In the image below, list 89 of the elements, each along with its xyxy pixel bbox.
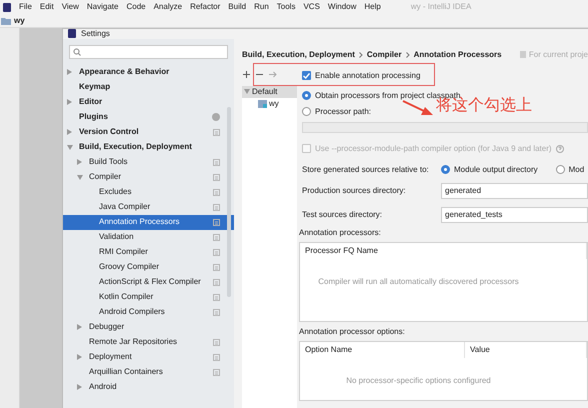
menu-item[interactable]: Build [228, 2, 246, 12]
radio-button[interactable] [302, 107, 311, 116]
profile-item[interactable]: Default [242, 86, 297, 98]
help-icon [556, 144, 564, 153]
section-title: Annotation processor options: [299, 326, 406, 338]
sidebar-item[interactable]: Editor [63, 94, 234, 110]
menu-item[interactable]: Edit [40, 2, 54, 12]
chevron-icon [406, 52, 410, 58]
collapse-arrow-icon [77, 159, 82, 166]
radio-button[interactable] [302, 91, 311, 100]
sidebar-item[interactable]: Remote Jar Repositories [63, 334, 234, 350]
sidebar-item[interactable]: Annotation Processors [63, 214, 234, 230]
sidebar-item[interactable]: Plugins [63, 110, 234, 125]
column-header[interactable]: Processor FQ Name [300, 242, 587, 259]
menu-item[interactable]: Window [328, 2, 356, 12]
sidebar-item[interactable]: Validation [63, 230, 234, 245]
menu-item[interactable]: Navigate [86, 2, 118, 12]
sidebar-item[interactable]: Android [63, 380, 234, 395]
menu-item[interactable]: Code [126, 2, 146, 12]
window-title: wy - IntelliJ IDEA [410, 2, 472, 12]
app-logo-icon [3, 2, 11, 12]
sidebar-item[interactable]: Build, Execution, Deployment [63, 140, 234, 155]
field-label: Test sources directory: [302, 210, 384, 220]
page-icon [520, 51, 526, 58]
arrow-right-icon[interactable] [269, 71, 277, 78]
sidebar-item[interactable]: Keymap [63, 80, 234, 95]
sidebar-item[interactable]: Kotlin Compiler [63, 290, 234, 305]
text-field[interactable]: generated [441, 182, 588, 199]
sidebar-item[interactable]: Groovy Compiler [63, 260, 234, 275]
field-label: Production sources directory: [302, 186, 407, 196]
search-icon [73, 48, 82, 56]
column-header[interactable]: Option Name [300, 342, 465, 358]
menu-item[interactable]: Run [254, 2, 269, 12]
project-name[interactable]: wy [14, 16, 25, 26]
folder-icon [1, 16, 11, 24]
expand-arrow-icon [77, 174, 83, 180]
sidebar-item[interactable]: Android Compilers [63, 304, 234, 320]
collapse-arrow-icon [77, 354, 82, 360]
breadcrumb-item: Build, Execution, Deployment [242, 50, 355, 60]
expand-arrow-icon [244, 89, 250, 94]
collapse-arrow-icon [77, 324, 82, 330]
sidebar-item[interactable]: Compiler [63, 170, 234, 185]
collapse-arrow-icon [77, 384, 82, 390]
sidebar-item[interactable]: Build Tools [63, 154, 234, 170]
checkbox[interactable] [302, 71, 311, 80]
sidebar-item[interactable]: Arquillian Containers [63, 364, 234, 380]
column-header[interactable]: Value [465, 342, 587, 358]
search-field[interactable] [69, 44, 228, 59]
annotation-arrow [402, 100, 434, 116]
checkbox-label[interactable]: Enable annotation processing [315, 70, 420, 80]
menu-item[interactable]: Help [364, 2, 381, 12]
sidebar-item[interactable]: ActionScript & Flex Compiler [63, 274, 234, 290]
section-title: Annotation processors: [299, 228, 382, 239]
radio-button[interactable] [441, 165, 450, 174]
collapse-arrow-icon [67, 99, 72, 106]
module-icon [258, 100, 267, 108]
sidebar-item[interactable]: Version Control [63, 124, 234, 140]
sidebar-item[interactable]: Debugger [63, 320, 234, 335]
sidebar-item[interactable]: Appearance & Behavior [63, 64, 234, 80]
sidebar-item[interactable]: Deployment [63, 350, 234, 365]
menu-item[interactable]: Analyze [154, 2, 182, 12]
expand-arrow-icon [67, 144, 73, 150]
menu-item[interactable]: Tools [276, 2, 296, 12]
breadcrumb-item: Compiler [366, 50, 402, 60]
sidebar-item[interactable]: Java Compiler [63, 200, 234, 215]
text-field[interactable]: generated_tests [441, 206, 588, 223]
radio-button[interactable] [556, 165, 565, 174]
empty-table-message: No processor-specific options configured [345, 374, 492, 386]
radio-label[interactable]: Module output directory [454, 164, 538, 174]
sidebar-item[interactable]: Excludes [63, 184, 234, 200]
scope-label: For current proje [528, 50, 588, 60]
checkbox-label: Use --processor-module-path compiler option (for Java 9 and later) [315, 144, 552, 154]
menu-item[interactable]: Refactor [190, 2, 220, 12]
add-icon[interactable] [243, 71, 250, 78]
menu-item[interactable]: VCS [303, 2, 320, 12]
sidebar-item[interactable]: RMI Compiler [63, 244, 234, 260]
menu-item[interactable]: File [19, 2, 32, 12]
dialog-title: Settings [81, 29, 110, 39]
field-label: Store generated sources relative to: [302, 164, 430, 174]
chevron-icon [358, 52, 363, 58]
collapse-arrow-icon [67, 129, 72, 136]
empty-table-message: Compiler will run all automatically discovered processors [317, 276, 520, 286]
menu-item[interactable]: View [62, 2, 79, 12]
radio-label[interactable]: Mod [568, 164, 584, 174]
breadcrumb-item: Annotation Processors [414, 50, 502, 60]
radio-label[interactable]: Processor path: [315, 106, 372, 116]
collapse-arrow-icon [67, 69, 72, 76]
app-logo-icon [68, 29, 76, 38]
profile-item[interactable]: wy [242, 98, 297, 110]
